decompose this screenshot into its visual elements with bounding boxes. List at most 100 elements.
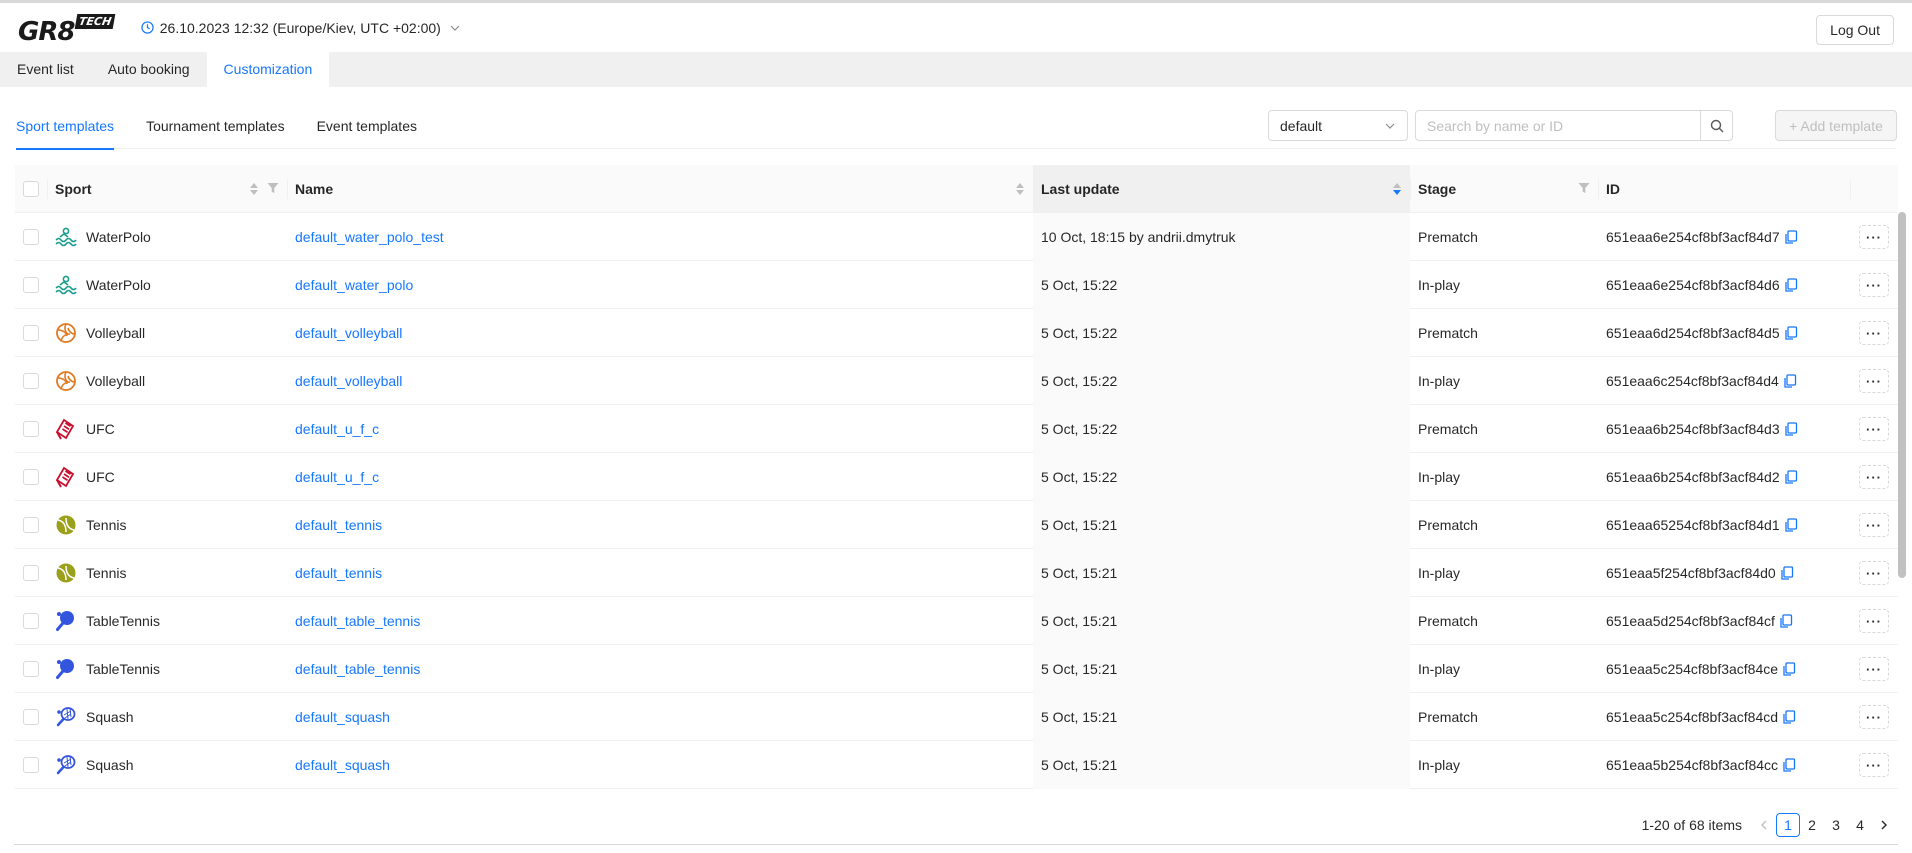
- select-all-checkbox[interactable]: [23, 181, 39, 197]
- row-checkbox[interactable]: [23, 277, 39, 293]
- template-name-link[interactable]: default_table_tennis: [295, 613, 420, 629]
- more-actions-button[interactable]: ···: [1859, 273, 1889, 297]
- more-actions-button[interactable]: ···: [1859, 753, 1889, 777]
- prev-page-button[interactable]: [1752, 813, 1776, 837]
- column-header-stage[interactable]: Stage: [1410, 165, 1598, 213]
- copy-icon[interactable]: [1782, 710, 1796, 724]
- logout-button[interactable]: Log Out: [1816, 15, 1894, 45]
- table-row[interactable]: Squash default_squash 5 Oct, 15:21 In-pl…: [15, 741, 1898, 789]
- copy-icon[interactable]: [1784, 422, 1798, 436]
- more-actions-button[interactable]: ···: [1859, 417, 1889, 441]
- sport-cell: WaterPolo: [47, 261, 287, 309]
- row-checkbox[interactable]: [23, 661, 39, 677]
- template-name-link[interactable]: default_tennis: [295, 565, 382, 581]
- column-header-sport[interactable]: Sport: [47, 165, 287, 213]
- copy-icon[interactable]: [1784, 470, 1798, 484]
- gr8tech-logo[interactable]: GR8 TECH: [18, 11, 117, 47]
- copy-icon[interactable]: [1784, 518, 1798, 532]
- template-name-link[interactable]: default_squash: [295, 757, 390, 773]
- row-checkbox[interactable]: [23, 565, 39, 581]
- template-name-link[interactable]: default_u_f_c: [295, 421, 379, 437]
- last-update-cell: 5 Oct, 15:22: [1033, 357, 1410, 405]
- page-4-button[interactable]: 4: [1848, 813, 1872, 837]
- timezone-selector[interactable]: 26.10.2023 12:32 (Europe/Kiev, UTC +02:0…: [141, 20, 461, 36]
- stage-cell: In-play: [1418, 565, 1461, 581]
- search-input[interactable]: [1416, 111, 1700, 140]
- filter-icon[interactable]: [267, 182, 279, 194]
- subtab-tournament-templates[interactable]: Tournament templates: [146, 112, 285, 149]
- template-id: 651eaa5b254cf8bf3acf84cc: [1606, 757, 1779, 773]
- table-row[interactable]: WaterPolo default_water_polo 5 Oct, 15:2…: [15, 261, 1898, 309]
- more-actions-button[interactable]: ···: [1859, 369, 1889, 393]
- row-checkbox[interactable]: [23, 517, 39, 533]
- template-name-link[interactable]: default_water_polo: [295, 277, 413, 293]
- table-row[interactable]: TableTennis default_table_tennis 5 Oct, …: [15, 645, 1898, 693]
- row-checkbox[interactable]: [23, 229, 39, 245]
- page-1-button[interactable]: 1: [1776, 813, 1800, 837]
- template-name-link[interactable]: default_tennis: [295, 517, 382, 533]
- table-row[interactable]: Squash default_squash 5 Oct, 15:21 Prema…: [15, 693, 1898, 741]
- copy-icon[interactable]: [1784, 278, 1798, 292]
- copy-icon[interactable]: [1783, 374, 1797, 388]
- tab-event-list[interactable]: Event list: [0, 52, 91, 87]
- subtab-sport-templates[interactable]: Sport templates: [16, 112, 115, 150]
- sort-descending-icon[interactable]: [1392, 182, 1402, 196]
- template-name-link[interactable]: default_squash: [295, 709, 390, 725]
- sport-cell: Squash: [47, 693, 287, 741]
- copy-icon[interactable]: [1780, 566, 1794, 580]
- sort-icon[interactable]: [249, 182, 259, 196]
- table-row[interactable]: Tennis default_tennis 5 Oct, 15:21 In-pl…: [15, 549, 1898, 597]
- table-row[interactable]: WaterPolo default_water_polo_test 10 Oct…: [15, 213, 1898, 261]
- id-cell: 651eaa6b254cf8bf3acf84d2: [1598, 453, 1850, 501]
- copy-icon[interactable]: [1782, 662, 1796, 676]
- template-set-select[interactable]: default: [1268, 110, 1408, 141]
- copy-icon[interactable]: [1784, 326, 1798, 340]
- more-actions-button[interactable]: ···: [1859, 609, 1889, 633]
- template-name-link[interactable]: default_water_polo_test: [295, 229, 444, 245]
- table-row[interactable]: UFC default_u_f_c 5 Oct, 15:22 Prematch …: [15, 405, 1898, 453]
- column-label: ID: [1606, 181, 1620, 197]
- row-checkbox[interactable]: [23, 469, 39, 485]
- search-button[interactable]: [1700, 111, 1732, 140]
- row-checkbox[interactable]: [23, 373, 39, 389]
- more-actions-button[interactable]: ···: [1859, 705, 1889, 729]
- column-header-name[interactable]: Name: [287, 165, 1033, 213]
- table-scrollbar[interactable]: [1898, 212, 1906, 578]
- next-page-button[interactable]: [1872, 813, 1896, 837]
- more-actions-button[interactable]: ···: [1859, 513, 1889, 537]
- copy-icon[interactable]: [1782, 758, 1796, 772]
- template-name-link[interactable]: default_u_f_c: [295, 469, 379, 485]
- tab-auto-booking[interactable]: Auto booking: [91, 52, 207, 87]
- more-actions-button[interactable]: ···: [1859, 225, 1889, 249]
- row-checkbox[interactable]: [23, 613, 39, 629]
- name-cell: default_water_polo: [287, 261, 1033, 309]
- row-checkbox[interactable]: [23, 421, 39, 437]
- table-row[interactable]: TableTennis default_table_tennis 5 Oct, …: [15, 597, 1898, 645]
- table-row[interactable]: Volleyball default_volleyball 5 Oct, 15:…: [15, 309, 1898, 357]
- row-checkbox[interactable]: [23, 325, 39, 341]
- more-actions-button[interactable]: ···: [1859, 465, 1889, 489]
- template-name-link[interactable]: default_volleyball: [295, 325, 402, 341]
- sort-icon[interactable]: [1015, 182, 1025, 196]
- column-header-last-update[interactable]: Last update: [1033, 165, 1410, 213]
- table-row[interactable]: UFC default_u_f_c 5 Oct, 15:22 In-play 6…: [15, 453, 1898, 501]
- subtab-event-templates[interactable]: Event templates: [317, 112, 417, 149]
- row-checkbox[interactable]: [23, 709, 39, 725]
- copy-icon[interactable]: [1784, 230, 1798, 244]
- table-row[interactable]: Volleyball default_volleyball 5 Oct, 15:…: [15, 357, 1898, 405]
- ellipsis-icon: ···: [1866, 421, 1882, 437]
- more-actions-button[interactable]: ···: [1859, 321, 1889, 345]
- filter-icon[interactable]: [1578, 182, 1590, 194]
- page-2-button[interactable]: 2: [1800, 813, 1824, 837]
- copy-icon[interactable]: [1779, 614, 1793, 628]
- add-template-button[interactable]: + Add template: [1775, 110, 1897, 141]
- table-row[interactable]: Tennis default_tennis 5 Oct, 15:21 Prema…: [15, 501, 1898, 549]
- tab-customization[interactable]: Customization: [206, 52, 330, 87]
- ellipsis-icon: ···: [1866, 469, 1882, 485]
- template-name-link[interactable]: default_volleyball: [295, 373, 402, 389]
- more-actions-button[interactable]: ···: [1859, 561, 1889, 585]
- row-checkbox[interactable]: [23, 757, 39, 773]
- template-name-link[interactable]: default_table_tennis: [295, 661, 420, 677]
- page-3-button[interactable]: 3: [1824, 813, 1848, 837]
- more-actions-button[interactable]: ···: [1859, 657, 1889, 681]
